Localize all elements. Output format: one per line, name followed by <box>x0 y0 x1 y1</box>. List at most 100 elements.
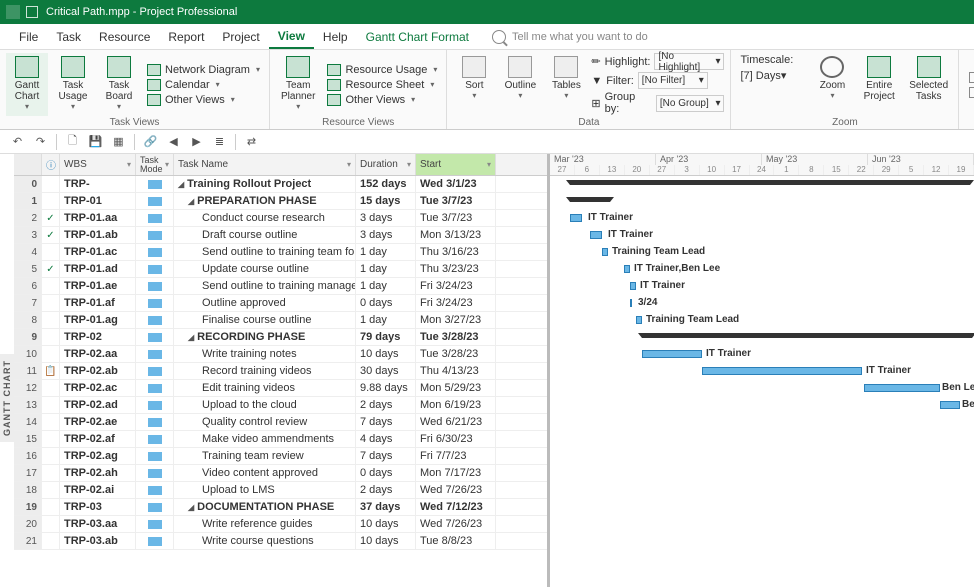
duration-cell[interactable]: 7 days <box>356 448 416 464</box>
task-bar[interactable] <box>630 299 632 307</box>
mode-cell[interactable] <box>136 482 174 498</box>
wbs-cell[interactable]: TRP-01.aa <box>60 210 136 226</box>
table-row[interactable]: 0TRP-◢Training Rollout Project152 daysWe… <box>14 176 547 193</box>
start-cell[interactable]: Thu 3/16/23 <box>416 244 496 260</box>
mode-cell[interactable] <box>136 176 174 192</box>
start-cell[interactable]: Wed 7/26/23 <box>416 516 496 532</box>
other-views-button[interactable]: Other Views▾ <box>144 93 263 107</box>
mode-cell[interactable] <box>136 465 174 481</box>
wbs-cell[interactable]: TRP-01 <box>60 193 136 209</box>
mode-cell[interactable] <box>136 193 174 209</box>
duration-header[interactable]: Duration▾ <box>356 154 416 175</box>
name-cell[interactable]: Quality control review <box>174 414 356 430</box>
wbs-cell[interactable]: TRP-02.ab <box>60 363 136 379</box>
duration-cell[interactable]: 0 days <box>356 465 416 481</box>
menu-gantt-chart-format[interactable]: Gantt Chart Format <box>357 26 478 48</box>
name-cell[interactable]: ◢PREPARATION PHASE <box>174 193 356 209</box>
task-bar[interactable] <box>642 350 702 358</box>
mode-cell[interactable] <box>136 499 174 515</box>
zoom-button[interactable]: Zoom▾ <box>811 53 853 116</box>
resource-sheet-button[interactable]: Resource Sheet▾ <box>324 78 440 92</box>
task-bar[interactable] <box>940 401 960 409</box>
duration-cell[interactable]: 1 day <box>356 312 416 328</box>
task-bar[interactable] <box>602 248 608 256</box>
wbs-cell[interactable]: TRP-02.ag <box>60 448 136 464</box>
name-cell[interactable]: Video content approved <box>174 465 356 481</box>
duration-cell[interactable]: 3 days <box>356 210 416 226</box>
start-cell[interactable]: Fri 7/7/23 <box>416 448 496 464</box>
mode-cell[interactable] <box>136 227 174 243</box>
mode-cell[interactable] <box>136 363 174 379</box>
row-number[interactable]: 10 <box>14 346 42 362</box>
row-header[interactable] <box>14 154 42 175</box>
mode-cell[interactable] <box>136 278 174 294</box>
summary-bar[interactable] <box>570 180 970 185</box>
start-cell[interactable]: Wed 7/26/23 <box>416 482 496 498</box>
entire-project-button[interactable]: Entire Project <box>857 53 901 116</box>
name-cell[interactable]: Update course outline <box>174 261 356 277</box>
table-row[interactable]: 20TRP-03.aaWrite reference guides10 days… <box>14 516 547 533</box>
task-bar[interactable] <box>636 316 642 324</box>
new-button[interactable]: 🗋 <box>65 135 80 149</box>
table-row[interactable]: 8TRP-01.agFinalise course outline1 dayMo… <box>14 312 547 329</box>
team-planner-button[interactable]: Team Planner ▾ <box>276 53 320 116</box>
wbs-cell[interactable]: TRP-02.af <box>60 431 136 447</box>
start-cell[interactable]: Mon 7/17/23 <box>416 465 496 481</box>
row-number[interactable]: 19 <box>14 499 42 515</box>
duration-cell[interactable]: 152 days <box>356 176 416 192</box>
name-cell[interactable]: Record training videos <box>174 363 356 379</box>
task-bar[interactable] <box>864 384 940 392</box>
resource-usage-button[interactable]: Resource Usage▾ <box>324 63 440 77</box>
table-row[interactable]: 3✓TRP-01.abDraft course outline3 daysMon… <box>14 227 547 244</box>
name-cell[interactable]: Upload to LMS <box>174 482 356 498</box>
name-header[interactable]: Task Name▾ <box>174 154 356 175</box>
duration-cell[interactable]: 0 days <box>356 295 416 311</box>
network-diagram-button[interactable]: Network Diagram▾ <box>144 63 263 77</box>
wbs-cell[interactable]: TRP-02.aa <box>60 346 136 362</box>
row-number[interactable]: 18 <box>14 482 42 498</box>
table-row[interactable]: 6TRP-01.aeSend outline to training manag… <box>14 278 547 295</box>
name-cell[interactable]: ◢Training Rollout Project <box>174 176 356 192</box>
name-cell[interactable]: Draft course outline <box>174 227 356 243</box>
table-row[interactable]: 1TRP-01◢PREPARATION PHASE15 daysTue 3/7/… <box>14 193 547 210</box>
row-number[interactable]: 12 <box>14 380 42 396</box>
wbs-cell[interactable]: TRP-02.ai <box>60 482 136 498</box>
start-cell[interactable]: Thu 4/13/23 <box>416 363 496 379</box>
table-row[interactable]: 9TRP-02◢RECORDING PHASE79 daysTue 3/28/2… <box>14 329 547 346</box>
name-cell[interactable]: Edit training videos <box>174 380 356 396</box>
wbs-cell[interactable]: TRP-02.ad <box>60 397 136 413</box>
table-row[interactable]: 11📋TRP-02.abRecord training videos30 day… <box>14 363 547 380</box>
mode-cell[interactable] <box>136 312 174 328</box>
gantt-chart-area[interactable]: Mar '23Apr '23May '23Jun '23 27613202731… <box>550 154 974 587</box>
search-box[interactable]: Tell me what you want to do <box>492 30 648 44</box>
mode-cell[interactable] <box>136 244 174 260</box>
outline-button[interactable]: Outline▾ <box>499 53 541 116</box>
menu-help[interactable]: Help <box>314 26 357 48</box>
row-number[interactable]: 6 <box>14 278 42 294</box>
wbs-cell[interactable]: TRP- <box>60 176 136 192</box>
wbs-cell[interactable]: TRP-01.ad <box>60 261 136 277</box>
row-number[interactable]: 3 <box>14 227 42 243</box>
menu-view[interactable]: View <box>269 25 314 49</box>
table-row[interactable]: 18TRP-02.aiUpload to LMS2 daysWed 7/26/2… <box>14 482 547 499</box>
task-bar[interactable] <box>630 282 636 290</box>
mode-cell[interactable] <box>136 346 174 362</box>
calendar-button[interactable]: Calendar▾ <box>144 78 263 92</box>
name-cell[interactable]: Write reference guides <box>174 516 356 532</box>
name-cell[interactable]: Upload to the cloud <box>174 397 356 413</box>
start-cell[interactable]: Tue 3/28/23 <box>416 329 496 345</box>
undo-button[interactable]: ↶ <box>10 135 25 149</box>
mode-header[interactable]: Task Mode▾ <box>136 154 174 175</box>
start-cell[interactable]: Wed 6/21/23 <box>416 414 496 430</box>
row-number[interactable]: 1 <box>14 193 42 209</box>
mode-cell[interactable] <box>136 329 174 345</box>
duration-cell[interactable]: 2 days <box>356 397 416 413</box>
row-number[interactable]: 0 <box>14 176 42 192</box>
wbs-cell[interactable]: TRP-01.af <box>60 295 136 311</box>
table-row[interactable]: 13TRP-02.adUpload to the cloud2 daysMon … <box>14 397 547 414</box>
duration-cell[interactable]: 10 days <box>356 516 416 532</box>
row-number[interactable]: 16 <box>14 448 42 464</box>
row-number[interactable]: 15 <box>14 431 42 447</box>
indicator-header[interactable]: ⓘ <box>42 154 60 175</box>
duration-cell[interactable]: 4 days <box>356 431 416 447</box>
